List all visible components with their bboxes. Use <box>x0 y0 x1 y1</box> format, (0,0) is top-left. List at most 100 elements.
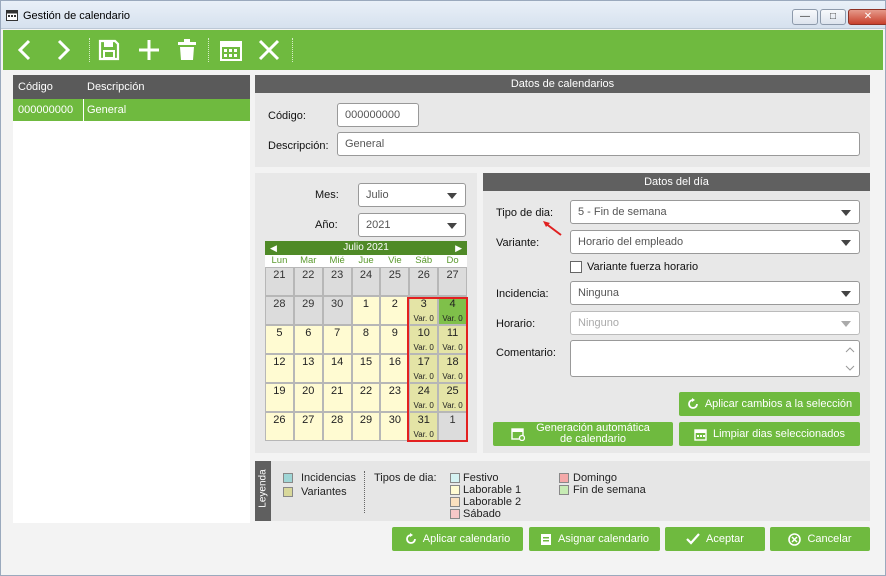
festivo-label: Festivo <box>463 472 499 484</box>
comentario-label: Comentario: <box>496 347 556 359</box>
calendar-day-cell[interactable]: 22 <box>293 267 323 296</box>
calendar-day-cell[interactable]: 27 <box>438 267 467 296</box>
day-number: 28 <box>273 298 286 310</box>
calendar-day-cell[interactable]: 26 <box>265 412 294 441</box>
toolbar-separator <box>292 38 293 62</box>
domingo-label: Domingo <box>573 472 618 484</box>
calendar-day-cell[interactable]: 29 <box>351 412 381 441</box>
calendar-day-cell[interactable]: 19 <box>265 383 294 412</box>
maximize-button[interactable]: □ <box>820 9 846 25</box>
calendar-day-cell[interactable]: 24 <box>351 267 381 296</box>
day-number: 26 <box>273 414 286 426</box>
close-window-button[interactable]: ✕ <box>848 9 886 25</box>
incidencias-label: Incidencias <box>301 472 357 484</box>
calendar-day-cell[interactable]: 8 <box>351 325 381 354</box>
fuerza-checkbox[interactable] <box>570 261 582 273</box>
day-number: 5 <box>276 327 283 339</box>
calendar-day-cell[interactable]: 30 <box>322 296 352 325</box>
toolbar-separator <box>89 38 90 62</box>
row-code: 000000000 <box>18 104 74 116</box>
anio-select[interactable]: 2021 <box>358 213 466 237</box>
prev-button[interactable] <box>11 36 39 64</box>
generacion-button[interactable]: Generación automática de calendario <box>493 422 673 446</box>
cancelar-button[interactable]: Cancelar <box>770 527 870 551</box>
tipo-label: Tipo de dia: <box>496 207 554 219</box>
day-number: 27 <box>302 414 315 426</box>
aplicar-calendario-button[interactable]: Aplicar calendario <box>392 527 523 551</box>
calendar-day-cell[interactable]: 21 <box>265 267 294 296</box>
limpiar-label: Limpiar dias seleccionados <box>712 428 846 440</box>
calendar-day-cell[interactable]: 28 <box>265 296 294 325</box>
next-button[interactable] <box>49 36 77 64</box>
calendar-day-cell[interactable]: 25 <box>380 267 410 296</box>
calendar-day-cell[interactable]: 5 <box>265 325 294 354</box>
asignar-calendario-button[interactable]: Asignar calendario <box>529 527 660 551</box>
selection-highlight <box>407 297 468 442</box>
limpiar-button[interactable]: Limpiar dias seleccionados <box>679 422 860 446</box>
tipos-label: Tipos de dia: <box>374 472 437 484</box>
chevron-right-icon <box>57 39 71 61</box>
calendar-day-cell[interactable]: 23 <box>322 267 352 296</box>
day-number: 2 <box>391 298 398 310</box>
calendar-day-cell[interactable]: 27 <box>293 412 323 441</box>
calendar-day-cell[interactable]: 22 <box>351 383 381 412</box>
main-window: Gestión de calendario — □ ✕ Código Descr… <box>0 0 886 576</box>
calendar-gear-icon <box>510 428 525 441</box>
calendar-day-cell[interactable]: 16 <box>380 354 410 383</box>
calendar-day-cell[interactable]: 12 <box>265 354 294 383</box>
incidencia-select[interactable]: Ninguna <box>570 281 860 305</box>
toolbar <box>3 30 883 70</box>
next-month-icon[interactable]: ▶ <box>455 241 462 255</box>
day-number: 27 <box>446 269 459 281</box>
calendar-day-cell[interactable]: 21 <box>322 383 352 412</box>
day-number: 15 <box>359 356 373 368</box>
calendar-day-cell[interactable]: 1 <box>351 296 381 325</box>
tipo-select[interactable]: 5 - Fin de semana <box>570 200 860 224</box>
comentario-textarea[interactable] <box>570 340 860 377</box>
codigo-input[interactable]: 000000000 <box>337 103 419 127</box>
fuerza-label: Variante fuerza horario <box>587 261 699 273</box>
textarea-scroll-icon[interactable] <box>845 345 855 373</box>
calendar-day-cell[interactable]: 20 <box>293 383 323 412</box>
incidencia-label: Incidencia: <box>496 288 549 300</box>
delete-button[interactable] <box>173 36 201 64</box>
weekday-label: Jue <box>358 255 374 266</box>
calendar-day-cell[interactable]: 9 <box>380 325 410 354</box>
prev-month-icon[interactable]: ◀ <box>270 241 277 255</box>
calendar-day-cell[interactable]: 30 <box>380 412 410 441</box>
calendar-day-cell[interactable]: 2 <box>380 296 410 325</box>
day-number: 21 <box>331 385 344 397</box>
day-number: 1 <box>362 298 370 310</box>
calendar-button[interactable] <box>217 36 245 64</box>
calendar-day-cell[interactable]: 7 <box>322 325 352 354</box>
mes-label: Mes: <box>315 189 339 201</box>
day-number: 22 <box>359 385 373 397</box>
add-button[interactable] <box>135 36 163 64</box>
save-button[interactable] <box>95 36 123 64</box>
descripcion-input[interactable]: General <box>337 132 860 156</box>
calendar-day-cell[interactable]: 6 <box>293 325 323 354</box>
calendar-day-cell[interactable]: 13 <box>293 354 323 383</box>
panel-title: Datos de calendarios <box>255 75 870 93</box>
calendar-day-cell[interactable]: 26 <box>409 267 439 296</box>
day-number: 30 <box>388 414 401 426</box>
aceptar-button[interactable]: Aceptar <box>665 527 765 551</box>
calendar-day-cell[interactable]: 29 <box>293 296 323 325</box>
aplicar-cambios-button[interactable]: Aplicar cambios a la selección <box>679 392 860 416</box>
list-row[interactable]: 000000000 General <box>13 99 250 121</box>
calendar-day-cell[interactable]: 28 <box>322 412 352 441</box>
weekday-label: Mié <box>329 255 345 266</box>
calendar-header: ◀ Julio 2021 ▶ <box>265 241 467 255</box>
calendar-day-cell[interactable]: 15 <box>351 354 381 383</box>
calendar-day-cell[interactable]: 14 <box>322 354 352 383</box>
laborable1-label: Laborable 1 <box>463 484 522 496</box>
mes-select[interactable]: Julio <box>358 183 466 207</box>
calendar-icon <box>694 428 707 441</box>
calendar-title: Julio 2021 <box>343 242 389 253</box>
weekday-label: Lun <box>271 255 288 266</box>
minimize-button[interactable]: — <box>792 9 818 25</box>
cancel-toolbar-button[interactable] <box>255 36 283 64</box>
calendar-day-cell[interactable]: 23 <box>380 383 410 412</box>
horario-select[interactable]: Ninguno <box>570 311 860 335</box>
variante-select[interactable]: Horario del empleado <box>570 230 860 254</box>
